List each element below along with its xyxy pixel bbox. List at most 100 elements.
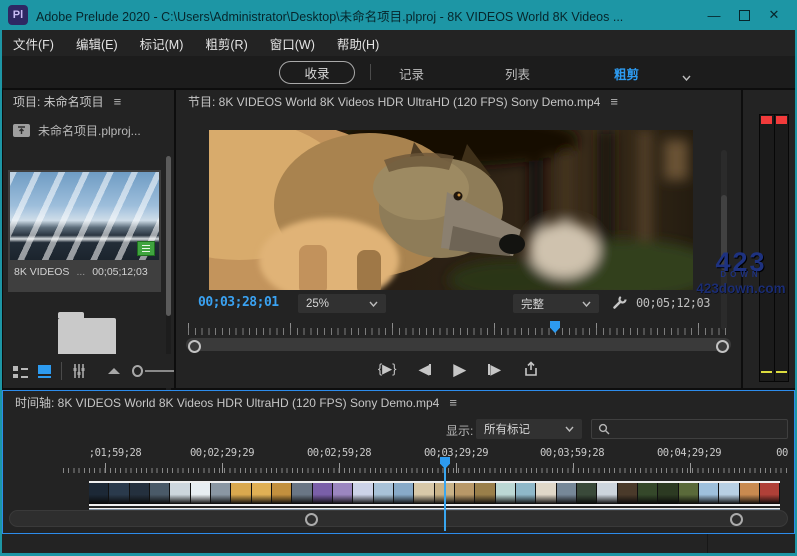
marker-filter-dropdown[interactable]: 所有标记	[476, 419, 582, 439]
timeline-filter-row: 显示: 所有标记	[3, 417, 794, 441]
ingest-button[interactable]: 收录	[279, 61, 355, 84]
project-toolbar	[3, 354, 174, 388]
export-frame-button[interactable]	[523, 361, 539, 377]
filmstrip-frame	[577, 483, 596, 504]
filter-sliders-icon[interactable]	[72, 364, 86, 378]
filmstrip-frame	[109, 483, 128, 504]
step-back-button[interactable]: ◀	[419, 362, 432, 376]
scroll-zoom-handle-left[interactable]	[305, 513, 318, 526]
panel-menu-icon[interactable]: ≡	[114, 94, 122, 109]
marker-search-input[interactable]	[591, 419, 788, 439]
filmstrip-frame	[170, 483, 189, 504]
zoom-slider-track[interactable]	[145, 370, 174, 372]
zoom-out-icon[interactable]	[108, 368, 120, 374]
title-bar: Pl Adobe Prelude 2020 - C:\Users\Adminis…	[0, 0, 797, 30]
timeline-scrollbar[interactable]	[9, 510, 788, 527]
timeline-ruler[interactable]	[63, 463, 789, 473]
scrollbar-thumb[interactable]	[166, 156, 171, 316]
clip-caption: 8K VIDEOS ... 00;05;12;03	[14, 266, 159, 278]
settings-wrench-icon[interactable]	[612, 295, 627, 310]
timeline-playhead-line	[444, 467, 446, 531]
tab-list[interactable]: 列表	[505, 64, 530, 83]
audio-meter-right	[774, 115, 788, 381]
minimize-button[interactable]: —	[699, 0, 729, 30]
monitor-panel: 节目: 8K VIDEOS World 8K Videos HDR UltraH…	[176, 90, 741, 388]
ruler-label: 00	[776, 447, 788, 459]
clip-duration-timecode: 00;05;12;03	[636, 296, 710, 310]
filmstrip-frame	[597, 483, 616, 504]
filmstrip-frame	[394, 483, 413, 504]
folder-icon[interactable]	[58, 318, 116, 358]
monitor-scrub-bar[interactable]	[186, 338, 731, 351]
bin-row[interactable]: 未命名项目.plproj...	[13, 122, 141, 139]
menu-marker[interactable]: 标记(M)	[129, 34, 195, 53]
filmstrip-frame	[557, 483, 576, 504]
panel-menu-icon[interactable]: ≡	[449, 395, 457, 410]
clip-indicator-right[interactable]	[776, 116, 787, 124]
workspace-bar: 收录 记录 列表 粗剪	[2, 56, 795, 88]
filmstrip-frame	[313, 483, 332, 504]
out-point-handle[interactable]	[716, 340, 729, 353]
timeline-panel: 时间轴: 8K VIDEOS World 8K Videos HDR Ultra…	[2, 390, 795, 534]
audio-meters[interactable]	[759, 114, 789, 382]
filmstrip-frame	[130, 483, 149, 504]
filmstrip-frame	[252, 483, 271, 504]
filmstrip-frame	[89, 483, 108, 504]
tab-roughcut[interactable]: 粗剪	[614, 64, 639, 83]
clip-thumbnail[interactable]	[10, 172, 159, 260]
menu-file[interactable]: 文件(F)	[2, 34, 65, 53]
clip-name: 8K VIDEOS	[14, 266, 69, 278]
video-clip-badge-icon	[137, 241, 155, 256]
list-view-icon[interactable]	[13, 365, 28, 378]
filmstrip-frame	[679, 483, 698, 504]
clip-duration: 00;05;12;03	[92, 266, 147, 278]
window-title: Adobe Prelude 2020 - C:\Users\Administra…	[36, 6, 656, 25]
scroll-zoom-handle-right[interactable]	[730, 513, 743, 526]
filmstrip-frame	[455, 483, 474, 504]
play-button[interactable]: ▶	[453, 361, 466, 378]
monitor-controls: 00;03;28;01 25% 完整 00;05;12;03	[176, 292, 741, 314]
search-icon	[598, 423, 610, 435]
step-forward-button[interactable]: ▶	[488, 362, 501, 376]
close-button[interactable]: ✕	[759, 0, 789, 30]
filmstrip-frame	[516, 483, 535, 504]
project-panel-title: 项目: 未命名项目	[13, 93, 104, 110]
menu-roughcut[interactable]: 粗剪(R)	[194, 34, 258, 53]
menu-edit[interactable]: 编辑(E)	[65, 34, 129, 53]
clip-indicator-left[interactable]	[761, 116, 772, 124]
step-back-icon: ◀	[419, 362, 430, 376]
video-preview[interactable]	[209, 130, 693, 290]
menu-help[interactable]: 帮助(H)	[326, 34, 390, 53]
tab-logging[interactable]: 记录	[399, 64, 424, 83]
current-timecode[interactable]: 00;03;28;01	[198, 295, 279, 310]
chevron-down-icon[interactable]	[682, 68, 691, 86]
maximize-icon	[739, 10, 750, 21]
zoom-level-dropdown[interactable]: 25%	[298, 294, 386, 313]
fit-mode-dropdown[interactable]: 完整	[513, 294, 599, 313]
project-panel: 项目: 未命名项目 ≡ 未命名项目.plproj... 8K VIDEOS ..…	[3, 90, 174, 388]
monitor-ruler[interactable]	[186, 323, 731, 335]
zoom-slider-knob[interactable]	[132, 365, 143, 377]
scrollbar-thumb[interactable]	[721, 195, 727, 270]
in-point-handle[interactable]	[188, 340, 201, 353]
filmstrip-frame	[353, 483, 372, 504]
filmstrip-frame	[374, 483, 393, 504]
filmstrip-frame	[272, 483, 291, 504]
ruler-label: 00;03;59;28	[540, 447, 604, 459]
audio-meter-panel	[743, 90, 797, 388]
transport-controls: {▶} ◀ ▶ ▶	[176, 354, 741, 384]
maximize-button[interactable]	[729, 0, 759, 30]
step-forward-icon: ▶	[490, 362, 501, 376]
show-label: 显示:	[446, 422, 473, 439]
filmstrip-frame	[740, 483, 759, 504]
filmstrip-frame	[231, 483, 250, 504]
filmstrip-frame	[618, 483, 637, 504]
folder-up-icon[interactable]	[13, 124, 30, 137]
timeline-ruler-labels: ;01;59;28 00;02;29;29 00;02;59;28 00;03;…	[3, 447, 794, 461]
play-in-to-out-button[interactable]: {▶}	[378, 361, 397, 377]
thumbnail-view-icon[interactable]	[38, 365, 51, 378]
clip-card[interactable]: 8K VIDEOS ... 00;05;12;03	[8, 170, 161, 292]
menu-window[interactable]: 窗口(W)	[259, 34, 326, 53]
panel-menu-icon[interactable]: ≡	[610, 94, 618, 109]
filmstrip[interactable]	[89, 481, 780, 506]
